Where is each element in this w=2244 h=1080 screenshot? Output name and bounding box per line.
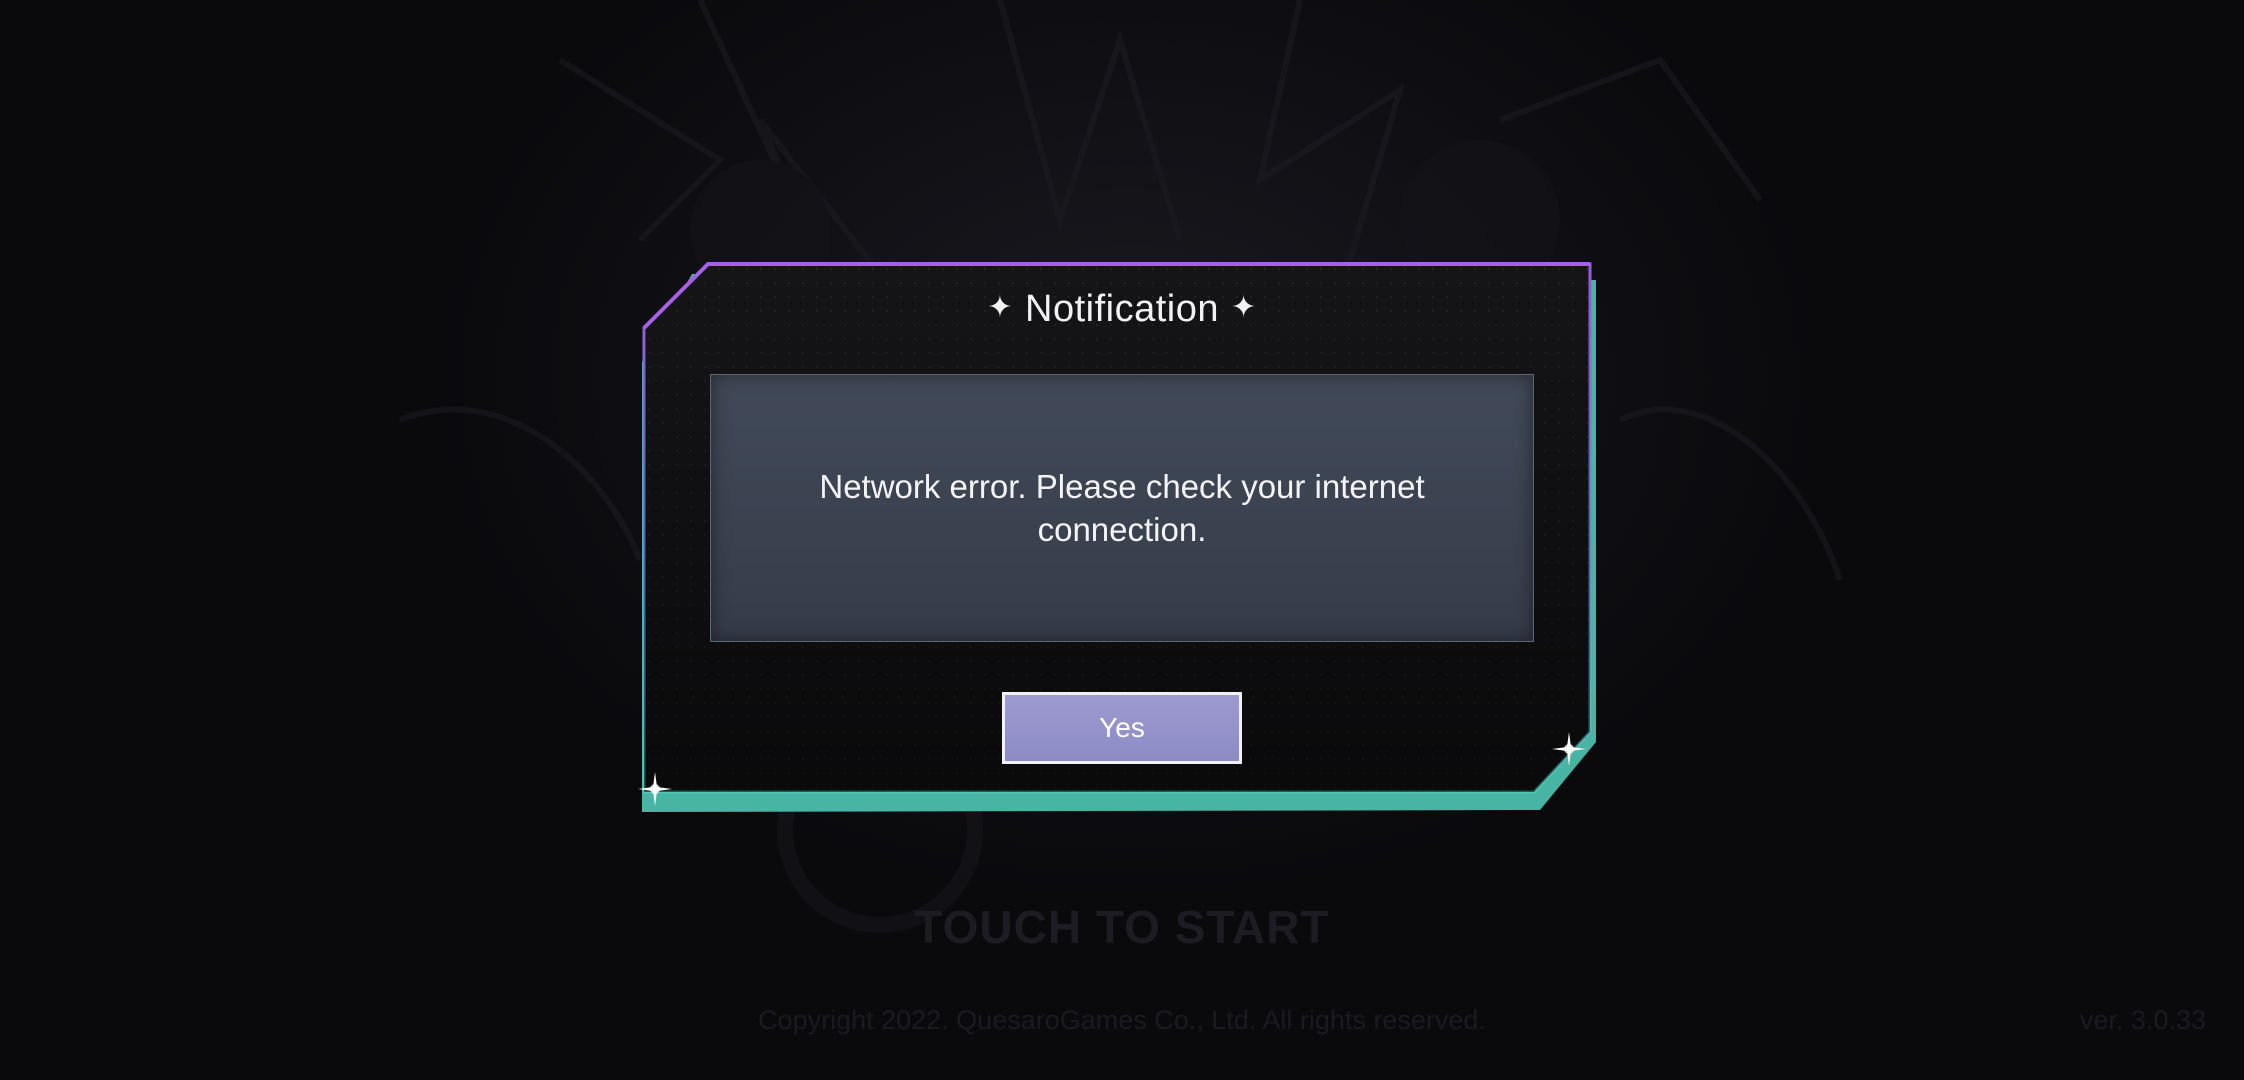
sparkle-icon: ✦	[987, 291, 1013, 324]
yes-button[interactable]: Yes	[1002, 692, 1242, 764]
dialog-title: ✦ Notification ✦	[642, 288, 1602, 331]
game-screen[interactable]: TOUCH TO START Copyright 2022. QuesaroGa…	[0, 0, 2244, 1080]
dialog-title-text: Notification	[1025, 288, 1219, 330]
copyright-text: Copyright 2022. QuesaroGames Co., Ltd. A…	[758, 1005, 1486, 1035]
glint-icon	[638, 772, 672, 806]
version-text: ver. 3.0.33	[2079, 1005, 2206, 1035]
sparkle-icon: ✦	[1230, 291, 1257, 324]
notification-dialog: ✦ Notification ✦ Network error. Please che…	[638, 262, 1602, 812]
error-message: Network error. Please check your interne…	[819, 468, 1425, 548]
touch-to-start-label[interactable]: TOUCH TO START	[0, 900, 2244, 954]
glint-icon	[1552, 732, 1586, 766]
message-panel: Network error. Please check your interne…	[710, 374, 1534, 642]
